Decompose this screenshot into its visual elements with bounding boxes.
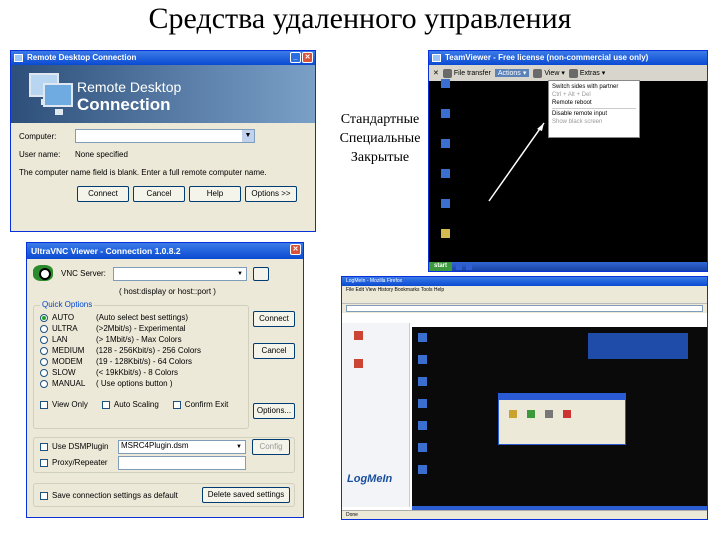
rdp-banner: Remote Desktop Connection xyxy=(11,65,315,123)
ultravnc-window: UltraVNC Viewer - Connection 1.0.8.2 ✕ V… xyxy=(26,242,304,518)
remote-desktop-view[interactable] xyxy=(412,327,707,507)
options-button[interactable]: Options... xyxy=(253,403,295,419)
cancel-button[interactable]: Cancel xyxy=(133,186,185,202)
minimize-icon[interactable]: _ xyxy=(290,52,301,63)
bullet-list: Стандартные Специальные Закрытые xyxy=(330,110,430,167)
desktop-icon[interactable] xyxy=(418,355,427,364)
desktop-icon[interactable] xyxy=(354,359,363,368)
tv-actions-dropdown: Switch sides with partner Ctrl + Alt + D… xyxy=(548,80,640,138)
connect-button[interactable]: Connect xyxy=(77,186,129,202)
logmein-logo: LogMeIn xyxy=(347,473,393,485)
menu-item-black-screen[interactable]: Show black screen xyxy=(552,118,636,126)
chevron-down-icon[interactable]: ▼ xyxy=(235,269,245,279)
radio-modem[interactable]: MODEM (19 - 128Kbit/s) - 64 Colors xyxy=(40,356,201,367)
proxy-input[interactable] xyxy=(118,456,246,470)
radio-slow[interactable]: SLOW (< 19kKbit/s) - 8 Colors xyxy=(40,367,201,378)
lmi-sidebar: LogMeIn xyxy=(342,323,410,507)
vnc-titlebar[interactable]: UltraVNC Viewer - Connection 1.0.8.2 ✕ xyxy=(27,243,303,259)
rdp-note: The computer name field is blank. Enter … xyxy=(19,168,267,177)
connect-button[interactable]: Connect xyxy=(253,311,295,327)
rdp-banner-line2: Connection xyxy=(77,95,171,114)
desktop-icon[interactable] xyxy=(418,465,427,474)
vnc-window-title: UltraVNC Viewer - Connection 1.0.8.2 xyxy=(31,246,181,256)
logmein-window: LogMeIn - Mozilla Firefox File Edit View… xyxy=(341,276,708,520)
dsm-plugin-select[interactable]: MSRC4Plugin.dsm ▼ xyxy=(118,440,246,454)
rdp-window-title: Remote Desktop Connection xyxy=(27,53,137,62)
lmi-statusbar: Done xyxy=(342,510,707,519)
auto-scaling-checkbox[interactable]: Auto Scaling xyxy=(101,400,159,409)
quick-options-group: Quick Options AUTO (Auto select best sett… xyxy=(33,300,249,429)
computer-label: Computer: xyxy=(19,131,57,141)
close-icon[interactable]: ✕ xyxy=(290,244,301,255)
rdp-app-icon xyxy=(14,54,23,62)
options-button[interactable]: Options >> xyxy=(245,186,297,202)
lmi-toolbar xyxy=(342,294,707,304)
username-label: User name: xyxy=(19,149,61,159)
desktop-icon[interactable] xyxy=(418,333,427,342)
dialog-icon xyxy=(509,410,517,418)
chevron-down-icon[interactable]: ▼ xyxy=(234,442,244,452)
dsm-group: Use DSMPlugin MSRC4Plugin.dsm ▼ Config P… xyxy=(33,437,295,473)
lmi-titlebar[interactable]: LogMeIn - Mozilla Firefox xyxy=(342,277,707,286)
slide-title: Средства удаленного управления xyxy=(148,2,572,35)
save-group: Save connection settings as default Dele… xyxy=(33,483,295,507)
use-dsm-checkbox[interactable]: Use DSMPlugin xyxy=(40,442,108,451)
lmi-menubar[interactable]: File Edit View History Bookmarks Tools H… xyxy=(342,286,707,294)
rdp-window: Remote Desktop Connection _ ✕ Remote Des… xyxy=(10,50,316,232)
desktop-icon[interactable] xyxy=(354,331,363,340)
remote-panel xyxy=(588,333,688,359)
browse-button[interactable] xyxy=(253,267,269,281)
radio-manual[interactable]: MANUAL( Use options button ) xyxy=(40,378,201,389)
save-default-checkbox[interactable]: Save connection settings as default xyxy=(40,491,178,500)
config-button[interactable]: Config xyxy=(252,439,290,455)
radio-lan[interactable]: LAN (> 1Mbit/s) - Max Colors xyxy=(40,334,201,345)
menu-item-switch-sides[interactable]: Switch sides with partner xyxy=(552,83,636,91)
taskbar-item[interactable] xyxy=(456,263,463,270)
desktop-icon[interactable] xyxy=(418,399,427,408)
chevron-down-icon[interactable]: ▼ xyxy=(242,130,254,142)
menu-item-remote-reboot[interactable]: Remote reboot xyxy=(552,99,636,107)
taskbar-item[interactable] xyxy=(466,263,473,270)
tv-taskbar: start xyxy=(429,262,707,271)
monitor-icon xyxy=(43,83,73,115)
bullet-closed: Закрытые xyxy=(350,150,410,165)
dialog-icon xyxy=(545,410,553,418)
help-button[interactable]: Help xyxy=(189,186,241,202)
radio-auto[interactable]: AUTO (Auto select best settings) xyxy=(40,312,201,323)
rdp-banner-line1: Remote Desktop xyxy=(77,79,182,95)
close-icon[interactable]: ✕ xyxy=(302,52,313,63)
computer-input[interactable]: ▼ xyxy=(75,129,255,143)
view-only-checkbox[interactable]: View Only xyxy=(40,400,88,409)
radio-medium[interactable]: MEDIUM (128 - 256Kbit/s) - 256 Colors xyxy=(40,345,201,356)
desktop-icon[interactable] xyxy=(418,421,427,430)
confirm-exit-checkbox[interactable]: Confirm Exit xyxy=(172,400,228,409)
proxy-checkbox[interactable]: Proxy/Repeater xyxy=(40,458,108,467)
bullet-standard: Стандартные xyxy=(340,112,420,127)
start-button[interactable]: start xyxy=(429,262,453,271)
eye-icon xyxy=(33,265,53,281)
username-value: None specified xyxy=(75,149,128,159)
radio-ultra[interactable]: ULTRA (>2Mbit/s) - Experimental xyxy=(40,323,201,334)
server-input[interactable]: ▼ xyxy=(113,267,247,281)
desktop-icon[interactable] xyxy=(418,443,427,452)
delete-settings-button[interactable]: Delete saved settings xyxy=(202,487,290,503)
remote-dialog[interactable] xyxy=(498,393,626,445)
desktop-icon[interactable] xyxy=(418,377,427,386)
server-label: VNC Server: xyxy=(61,269,106,278)
menu-item-ctrl-alt-del[interactable]: Ctrl + Alt + Del xyxy=(552,91,636,99)
menu-item-disable-input[interactable]: Disable remote input xyxy=(552,110,636,118)
dialog-icon xyxy=(527,410,535,418)
server-hint: ( host:display or host::port ) xyxy=(119,287,216,296)
quick-options-label: Quick Options xyxy=(40,300,95,309)
dialog-icon xyxy=(563,410,571,418)
address-bar[interactable] xyxy=(346,305,703,312)
lmi-address-row xyxy=(342,304,707,313)
rdp-titlebar[interactable]: Remote Desktop Connection _ ✕ xyxy=(11,51,315,65)
cancel-button[interactable]: Cancel xyxy=(253,343,295,359)
bullet-special: Специальные xyxy=(339,131,421,146)
